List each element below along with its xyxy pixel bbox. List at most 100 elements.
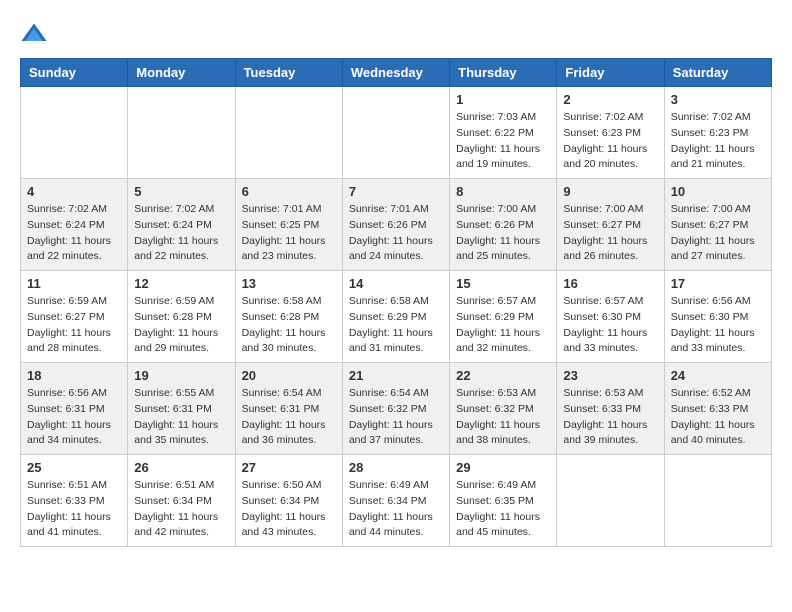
calendar-week-3: 11 Sunrise: 6:59 AMSunset: 6:27 PMDayligh… [21,271,772,363]
day-number: 20 [242,368,336,383]
calendar-cell: 17 Sunrise: 6:56 AMSunset: 6:30 PMDayligh… [664,271,771,363]
day-number: 5 [134,184,228,199]
calendar-cell: 4 Sunrise: 7:02 AMSunset: 6:24 PMDaylight… [21,179,128,271]
calendar-cell: 22Sunrise: 6:53 AMSunset: 6:32 PMDayligh… [450,363,557,455]
day-number: 7 [349,184,443,199]
weekday-header-friday: Friday [557,59,664,87]
calendar-cell: 11 Sunrise: 6:59 AMSunset: 6:27 PMDayligh… [21,271,128,363]
day-info: Sunrise: 6:51 AMSunset: 6:34 PMDaylight:… [134,478,228,541]
day-info: Sunrise: 6:57 AMSunset: 6:30 PMDaylight:… [563,294,657,357]
day-info: Sunrise: 6:54 AMSunset: 6:32 PMDaylight:… [349,386,443,449]
weekday-header-monday: Monday [128,59,235,87]
day-info: Sunrise: 7:02 AMSunset: 6:24 PMDaylight:… [134,202,228,265]
day-info: Sunrise: 6:56 AMSunset: 6:30 PMDaylight:… [671,294,765,357]
day-info: Sunrise: 6:52 AMSunset: 6:33 PMDaylight:… [671,386,765,449]
day-number: 16 [563,276,657,291]
day-info: Sunrise: 6:59 AMSunset: 6:28 PMDaylight:… [134,294,228,357]
calendar-week-1: 1Sunrise: 7:03 AMSunset: 6:22 PMDaylight… [21,87,772,179]
day-info: Sunrise: 6:51 AMSunset: 6:33 PMDaylight:… [27,478,121,541]
day-number: 9 [563,184,657,199]
day-number: 10 [671,184,765,199]
calendar-cell: 6Sunrise: 7:01 AMSunset: 6:25 PMDaylight… [235,179,342,271]
day-info: Sunrise: 7:02 AMSunset: 6:23 PMDaylight:… [563,110,657,173]
day-info: Sunrise: 7:01 AMSunset: 6:26 PMDaylight:… [349,202,443,265]
day-info: Sunrise: 6:54 AMSunset: 6:31 PMDaylight:… [242,386,336,449]
calendar-cell: 21 Sunrise: 6:54 AMSunset: 6:32 PMDayligh… [342,363,449,455]
calendar-cell: 20 Sunrise: 6:54 AMSunset: 6:31 PMDayligh… [235,363,342,455]
day-number: 3 [671,92,765,107]
day-info: Sunrise: 6:53 AMSunset: 6:33 PMDaylight:… [563,386,657,449]
day-info: Sunrise: 6:57 AMSunset: 6:29 PMDaylight:… [456,294,550,357]
calendar-cell: 8 Sunrise: 7:00 AMSunset: 6:26 PMDaylight… [450,179,557,271]
calendar-cell: 3 Sunrise: 7:02 AMSunset: 6:23 PMDaylight… [664,87,771,179]
calendar-cell [557,455,664,547]
day-info: Sunrise: 7:00 AMSunset: 6:27 PMDaylight:… [671,202,765,265]
day-number: 28 [349,460,443,475]
day-number: 15 [456,276,550,291]
calendar-cell: 16 Sunrise: 6:57 AMSunset: 6:30 PMDayligh… [557,271,664,363]
day-info: Sunrise: 6:58 AMSunset: 6:29 PMDaylight:… [349,294,443,357]
day-info: Sunrise: 7:01 AMSunset: 6:25 PMDaylight:… [242,202,336,265]
calendar-cell: 12Sunrise: 6:59 AMSunset: 6:28 PMDayligh… [128,271,235,363]
calendar-cell: 25 Sunrise: 6:51 AMSunset: 6:33 PMDayligh… [21,455,128,547]
day-number: 26 [134,460,228,475]
day-number: 21 [349,368,443,383]
calendar-cell [21,87,128,179]
calendar-cell: 13 Sunrise: 6:58 AMSunset: 6:28 PMDayligh… [235,271,342,363]
day-info: Sunrise: 7:00 AMSunset: 6:27 PMDaylight:… [563,202,657,265]
calendar-week-4: 18 Sunrise: 6:56 AMSunset: 6:31 PMDayligh… [21,363,772,455]
calendar-cell: 2 Sunrise: 7:02 AMSunset: 6:23 PMDaylight… [557,87,664,179]
day-number: 24 [671,368,765,383]
logo [20,20,52,48]
day-number: 13 [242,276,336,291]
calendar-cell [128,87,235,179]
day-info: Sunrise: 6:55 AMSunset: 6:31 PMDaylight:… [134,386,228,449]
day-number: 27 [242,460,336,475]
weekday-header-tuesday: Tuesday [235,59,342,87]
calendar-cell: 27 Sunrise: 6:50 AMSunset: 6:34 PMDayligh… [235,455,342,547]
calendar-week-2: 4 Sunrise: 7:02 AMSunset: 6:24 PMDaylight… [21,179,772,271]
day-info: Sunrise: 7:00 AMSunset: 6:26 PMDaylight:… [456,202,550,265]
calendar-cell: 23 Sunrise: 6:53 AMSunset: 6:33 PMDayligh… [557,363,664,455]
day-number: 17 [671,276,765,291]
day-info: Sunrise: 6:58 AMSunset: 6:28 PMDaylight:… [242,294,336,357]
day-info: Sunrise: 7:02 AMSunset: 6:23 PMDaylight:… [671,110,765,173]
calendar-week-5: 25 Sunrise: 6:51 AMSunset: 6:33 PMDayligh… [21,455,772,547]
day-number: 29 [456,460,550,475]
calendar-cell: 18 Sunrise: 6:56 AMSunset: 6:31 PMDayligh… [21,363,128,455]
weekday-header-sunday: Sunday [21,59,128,87]
day-info: Sunrise: 6:59 AMSunset: 6:27 PMDaylight:… [27,294,121,357]
day-number: 4 [27,184,121,199]
calendar-header-row: SundayMondayTuesdayWednesdayThursdayFrid… [21,59,772,87]
calendar-cell: 14 Sunrise: 6:58 AMSunset: 6:29 PMDayligh… [342,271,449,363]
day-info: Sunrise: 7:03 AMSunset: 6:22 PMDaylight:… [456,110,550,173]
day-number: 2 [563,92,657,107]
weekday-header-wednesday: Wednesday [342,59,449,87]
day-number: 23 [563,368,657,383]
day-info: Sunrise: 6:56 AMSunset: 6:31 PMDaylight:… [27,386,121,449]
calendar-cell: 28 Sunrise: 6:49 AMSunset: 6:34 PMDayligh… [342,455,449,547]
calendar-cell: 15 Sunrise: 6:57 AMSunset: 6:29 PMDayligh… [450,271,557,363]
logo-icon [20,20,48,48]
calendar-cell: 5 Sunrise: 7:02 AMSunset: 6:24 PMDaylight… [128,179,235,271]
day-info: Sunrise: 7:02 AMSunset: 6:24 PMDaylight:… [27,202,121,265]
weekday-header-thursday: Thursday [450,59,557,87]
day-info: Sunrise: 6:49 AMSunset: 6:34 PMDaylight:… [349,478,443,541]
page-header [20,20,772,48]
calendar-cell [664,455,771,547]
day-number: 11 [27,276,121,291]
day-number: 25 [27,460,121,475]
day-number: 22 [456,368,550,383]
calendar-cell: 7 Sunrise: 7:01 AMSunset: 6:26 PMDaylight… [342,179,449,271]
calendar-cell: 9 Sunrise: 7:00 AMSunset: 6:27 PMDaylight… [557,179,664,271]
calendar-table: SundayMondayTuesdayWednesdayThursdayFrid… [20,58,772,547]
day-number: 18 [27,368,121,383]
day-number: 8 [456,184,550,199]
day-info: Sunrise: 6:49 AMSunset: 6:35 PMDaylight:… [456,478,550,541]
day-info: Sunrise: 6:50 AMSunset: 6:34 PMDaylight:… [242,478,336,541]
calendar-cell: 10 Sunrise: 7:00 AMSunset: 6:27 PMDayligh… [664,179,771,271]
weekday-header-saturday: Saturday [664,59,771,87]
calendar-cell: 19Sunrise: 6:55 AMSunset: 6:31 PMDayligh… [128,363,235,455]
day-number: 14 [349,276,443,291]
calendar-cell [235,87,342,179]
